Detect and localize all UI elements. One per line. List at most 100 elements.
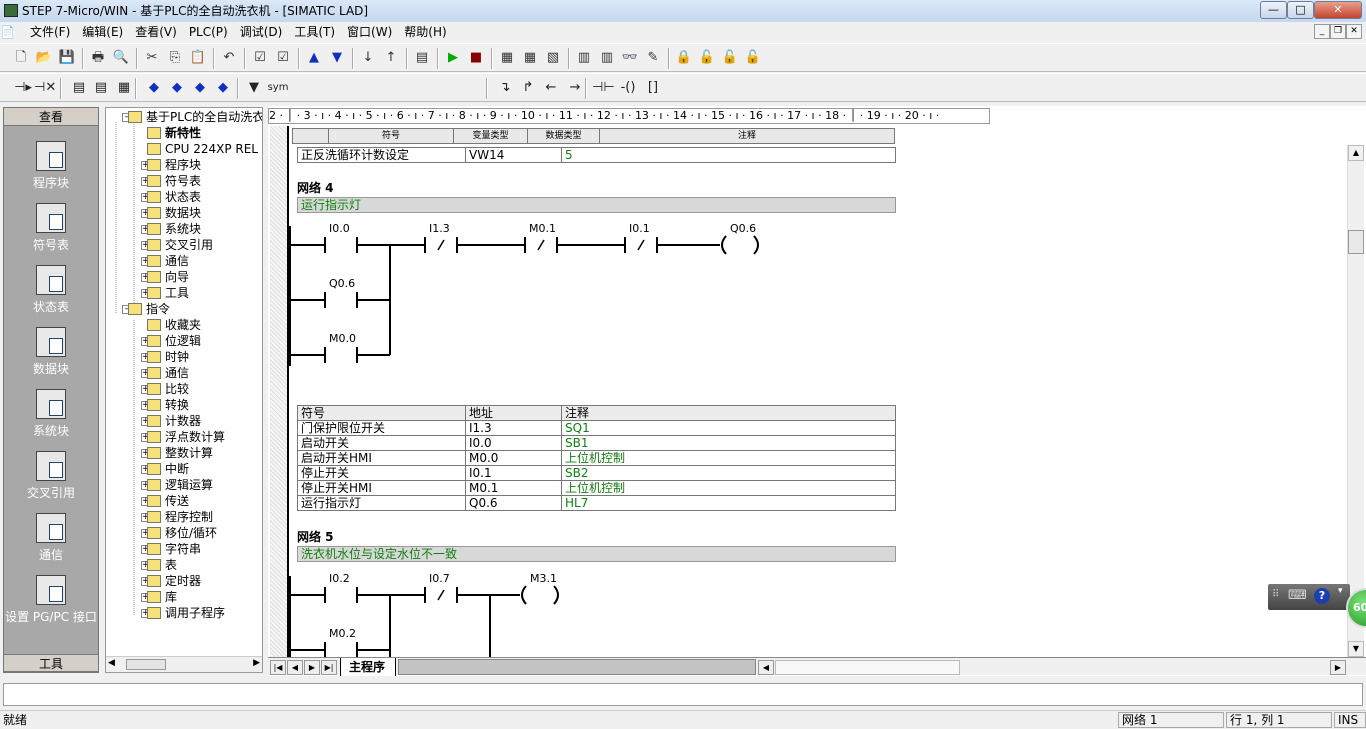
tree-instructions[interactable]: 指令 bbox=[146, 301, 170, 317]
menu-item-0[interactable]: 文件(F) bbox=[24, 22, 76, 42]
hscroll-right-button[interactable]: ▶ bbox=[1330, 660, 1346, 675]
menu-item-2[interactable]: 查看(V) bbox=[129, 22, 183, 42]
stop-icon[interactable]: ■ bbox=[467, 49, 485, 67]
tree-item[interactable]: 系统块 bbox=[165, 221, 201, 237]
mdi-close-button[interactable]: ✕ bbox=[1346, 24, 1362, 39]
tree-instruction-item[interactable]: 计数器 bbox=[165, 413, 201, 429]
toggle-bookmark-icon[interactable]: ◆ bbox=[143, 79, 165, 97]
tree-new-features[interactable]: 新特性 bbox=[165, 125, 201, 141]
status-freeze-icon[interactable]: ▥ bbox=[598, 49, 616, 67]
compile-all-icon[interactable]: ☑ bbox=[274, 49, 292, 67]
network-5-comment[interactable]: 洗衣机水位与设定水位不一致 bbox=[297, 546, 896, 562]
menu-item-4[interactable]: 调试(D) bbox=[234, 22, 289, 42]
navbar-header[interactable]: 查看 bbox=[4, 108, 98, 126]
tab-main-program[interactable]: 主程序 bbox=[340, 658, 396, 676]
hscroll-thumb[interactable] bbox=[775, 660, 960, 675]
navbar-item-2[interactable]: 状态表 bbox=[4, 265, 98, 315]
mdi-minimize-button[interactable]: _ bbox=[1314, 24, 1330, 39]
editor-vscrollbar[interactable]: ▲ ▼ bbox=[1347, 145, 1364, 657]
open-icon[interactable]: 📂 bbox=[35, 49, 53, 67]
tree-hscrollbar[interactable]: ◀ ▶ bbox=[106, 656, 262, 672]
menu-item-7[interactable]: 帮助(H) bbox=[398, 22, 452, 42]
tree-instruction-item[interactable]: 字符串 bbox=[165, 541, 201, 557]
tree-instruction-item[interactable]: 移位/循环 bbox=[165, 525, 217, 541]
cell-symbol[interactable]: 启动开关 bbox=[297, 435, 466, 451]
run-icon[interactable]: ▶ bbox=[444, 49, 462, 67]
tree-instruction-item[interactable]: 传送 bbox=[165, 493, 189, 509]
compile-icon[interactable]: ☑ bbox=[251, 49, 269, 67]
line-left-icon[interactable]: ← bbox=[540, 79, 562, 97]
cell-comment[interactable]: SQ1 bbox=[561, 420, 896, 436]
close-button[interactable]: ✕ bbox=[1314, 1, 1362, 19]
sym-icon[interactable]: sym bbox=[267, 79, 289, 97]
line-right-icon[interactable]: → bbox=[564, 79, 586, 97]
cell-symbol[interactable]: 门保护限位开关 bbox=[297, 420, 466, 436]
maximize-button[interactable]: □ bbox=[1287, 1, 1314, 19]
cell-symbol[interactable]: 运行指示灯 bbox=[297, 495, 466, 511]
next-tab-button[interactable]: ▶ bbox=[304, 660, 320, 675]
menu-item-6[interactable]: 窗口(W) bbox=[341, 22, 398, 42]
tree-instruction-item[interactable]: 时钟 bbox=[165, 349, 189, 365]
tree-item[interactable]: 程序块 bbox=[165, 157, 201, 173]
new-icon[interactable]: 🗋 bbox=[12, 49, 30, 67]
cell-address[interactable]: Q0.6 bbox=[465, 495, 562, 511]
navbar-item-1[interactable]: 符号表 bbox=[4, 203, 98, 253]
print-icon[interactable]: 🖶 bbox=[89, 49, 107, 67]
cell-address[interactable]: M0.1 bbox=[465, 480, 562, 496]
tree-instruction-item[interactable]: 表 bbox=[165, 557, 177, 573]
tree-instruction-item[interactable]: 通信 bbox=[165, 365, 189, 381]
glasses-icon[interactable]: 👓 bbox=[621, 49, 639, 67]
first-tab-button[interactable]: |◀ bbox=[270, 660, 286, 675]
tree-instruction-item[interactable]: 逻辑运算 bbox=[165, 477, 213, 493]
chart-status-icon[interactable]: ▦ bbox=[521, 49, 539, 67]
trend-icon[interactable]: ▧ bbox=[544, 49, 562, 67]
cell-address[interactable]: M0.0 bbox=[465, 450, 562, 466]
read-all-icon[interactable]: 🔓 bbox=[744, 49, 762, 67]
tree-instruction-item[interactable]: 库 bbox=[165, 589, 177, 605]
tree-item[interactable]: 通信 bbox=[165, 253, 189, 269]
tree-instruction-item[interactable]: 转换 bbox=[165, 397, 189, 413]
options-icon[interactable]: ▤ bbox=[413, 49, 431, 67]
sort-ascending-icon[interactable]: ↓ bbox=[359, 49, 377, 67]
scroll-thumb[interactable] bbox=[126, 659, 166, 670]
sort-descending-icon[interactable]: ↑ bbox=[382, 49, 400, 67]
hscroll-left-button[interactable]: ◀ bbox=[758, 660, 774, 675]
unforce-icon[interactable]: 🔓 bbox=[721, 49, 739, 67]
paste-icon[interactable]: 📋 bbox=[189, 49, 207, 67]
cell-address[interactable]: I0.0 bbox=[465, 435, 562, 451]
menu-item-1[interactable]: 编辑(E) bbox=[76, 22, 129, 42]
tree-item[interactable]: 数据块 bbox=[165, 205, 201, 221]
navbar-item-3[interactable]: 数据块 bbox=[4, 327, 98, 377]
cell-comment[interactable]: 上位机控制 bbox=[561, 480, 896, 496]
tree-cpu[interactable]: CPU 224XP REL 02.01 bbox=[165, 141, 262, 157]
program-status-icon[interactable]: ▦ bbox=[498, 49, 516, 67]
minimize-button[interactable]: — bbox=[1260, 1, 1287, 19]
download-icon[interactable]: ▼ bbox=[328, 49, 346, 67]
navbar-item-4[interactable]: 系统块 bbox=[4, 389, 98, 439]
line-up-icon[interactable]: ↱ bbox=[517, 79, 539, 97]
navbar-item-6[interactable]: 通信 bbox=[4, 513, 98, 563]
cell-symbol[interactable]: 停止开关HMI bbox=[297, 480, 466, 496]
tree-item[interactable]: 向导 bbox=[165, 269, 189, 285]
symbol-info-icon[interactable]: ▼ bbox=[243, 79, 265, 97]
prev-bookmark-icon[interactable]: ◆ bbox=[189, 79, 211, 97]
tree-item[interactable]: 交叉引用 bbox=[165, 237, 213, 253]
cell-comment[interactable]: 上位机控制 bbox=[561, 450, 896, 466]
undo-icon[interactable]: ↶ bbox=[220, 49, 238, 67]
cell-symbol[interactable]: 停止开关 bbox=[297, 465, 466, 481]
tree-item[interactable]: 状态表 bbox=[165, 189, 201, 205]
cell-address[interactable]: I0.1 bbox=[465, 465, 562, 481]
insert-network-icon[interactable]: ⊣▸ bbox=[12, 79, 34, 97]
mdi-restore-button[interactable]: ❐ bbox=[1330, 24, 1346, 39]
print-preview-icon[interactable]: 🔍 bbox=[112, 49, 130, 67]
cell-symbol[interactable]: 启动开关HMI bbox=[297, 450, 466, 466]
ime-menu-icon[interactable]: ▾ bbox=[1338, 586, 1343, 596]
cell-address[interactable]: I1.3 bbox=[465, 420, 562, 436]
tree-instruction-item[interactable]: 位逻辑 bbox=[165, 333, 201, 349]
force-icon[interactable]: ✎ bbox=[644, 49, 662, 67]
toggle-comment-icon[interactable]: ▤ bbox=[90, 79, 112, 97]
cell-comment[interactable]: HL7 bbox=[561, 495, 896, 511]
toggle-symbol-table-icon[interactable]: ▦ bbox=[113, 79, 135, 97]
copy-icon[interactable]: ⎘ bbox=[166, 49, 184, 67]
keyboard-icon[interactable]: ⌨ bbox=[1288, 588, 1307, 603]
